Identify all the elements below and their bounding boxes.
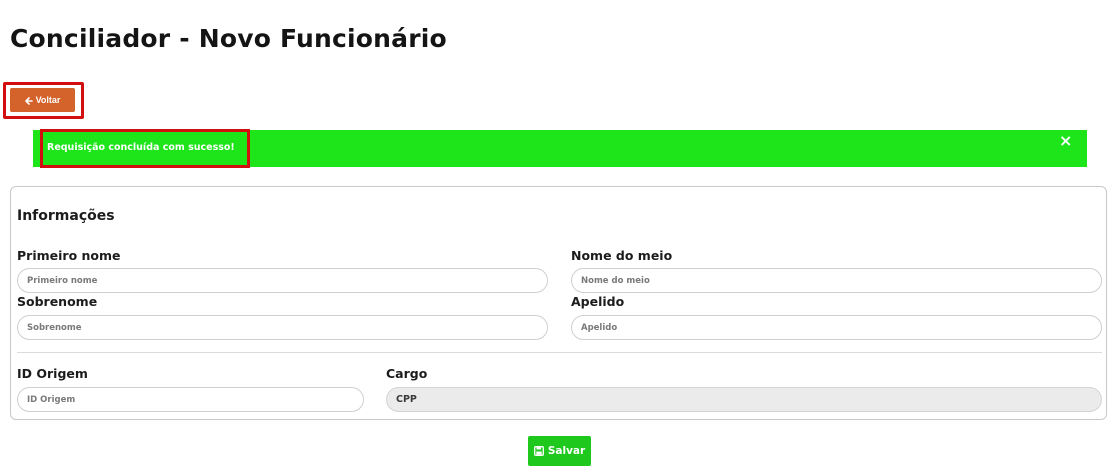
nickname-input[interactable] [571,315,1102,340]
middle-name-input[interactable] [571,268,1102,293]
section-title: Informações [17,208,115,224]
back-button[interactable]: Voltar [10,88,75,112]
first-name-label: Primeiro nome [17,248,121,263]
last-name-input[interactable] [17,315,548,340]
last-name-label: Sobrenome [17,294,98,309]
nickname-label: Apelido [571,294,625,309]
first-name-input[interactable] [17,268,548,293]
save-button[interactable]: Salvar [528,436,591,466]
middle-name-label: Nome do meio [571,248,673,263]
role-field [386,387,1102,412]
floppy-disk-icon [533,445,544,457]
close-icon[interactable]: × [1059,131,1072,150]
page-title: Conciliador - Novo Funcionário [10,24,447,53]
alert-message: Requisição concluída com sucesso! [47,142,235,153]
back-button-label: Voltar [35,95,61,105]
form-divider [17,352,1102,353]
role-label: Cargo [386,366,428,381]
origin-id-label: ID Origem [17,366,88,381]
origin-id-input[interactable] [17,387,364,412]
save-button-label: Salvar [547,445,586,457]
arrow-left-icon [24,95,33,105]
information-card [10,186,1107,420]
